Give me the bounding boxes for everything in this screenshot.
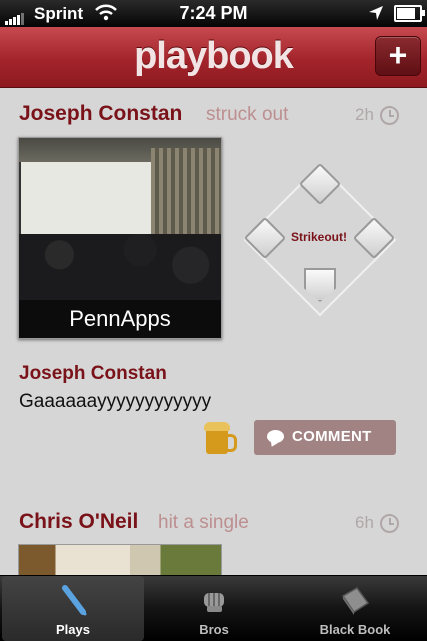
tab-bros[interactable]: Bros [143, 576, 285, 641]
location-arrow-icon [369, 6, 383, 20]
play-photo[interactable]: PennApps [18, 137, 222, 339]
comment-button[interactable]: COMMENT [254, 420, 396, 455]
tab-black-book[interactable]: Black Book [284, 576, 426, 641]
navigation-bar: playbook + [0, 27, 427, 88]
clock-icon [380, 106, 399, 125]
tab-label: Plays [56, 622, 90, 637]
comment-author[interactable]: Joseph Constan [19, 363, 167, 385]
clock-time: 7:24 PM [179, 3, 248, 23]
photo-caption: PennApps [19, 300, 221, 338]
photo-projector-screen [21, 162, 151, 234]
comment-button-label: COMMENT [292, 428, 372, 445]
feed-item: Joseph Constan struck out 2h PennApps St… [0, 88, 427, 488]
tab-label: Bros [199, 622, 229, 637]
tab-plays[interactable]: Plays [2, 576, 144, 641]
tab-bar: Plays Bros Black Book [0, 575, 427, 641]
status-bar: Sprint 7:24 PM [0, 0, 427, 27]
tab-label: Black Book [319, 622, 391, 637]
baseball-diamond: Strikeout! [243, 162, 397, 317]
player-name[interactable]: Joseph Constan [19, 102, 182, 126]
comment-text: Gaaaaaayyyyyyyyyyyy [19, 391, 212, 412]
app-title: playbook [134, 35, 294, 77]
photo-curtain [151, 148, 221, 248]
clock-icon [380, 514, 399, 533]
play-result-label: Strikeout! [290, 230, 347, 244]
beer-mug-icon[interactable] [204, 422, 237, 454]
time-ago: 2h [355, 105, 374, 124]
book-icon [341, 587, 370, 615]
play-action: struck out [206, 104, 289, 125]
time-ago: 6h [355, 513, 374, 532]
feed-item: Chris O'Neil hit a single 6h [0, 488, 427, 575]
add-play-button[interactable]: + [375, 36, 421, 76]
play-action: hit a single [158, 512, 249, 533]
speech-bubble-icon [267, 430, 284, 443]
play-photo[interactable] [18, 544, 222, 575]
battery-icon [394, 5, 425, 22]
player-name[interactable]: Chris O'Neil [19, 510, 138, 534]
plays-feed[interactable]: Joseph Constan struck out 2h PennApps St… [0, 88, 427, 575]
fist-icon [204, 593, 224, 612]
bat-icon [62, 585, 87, 616]
